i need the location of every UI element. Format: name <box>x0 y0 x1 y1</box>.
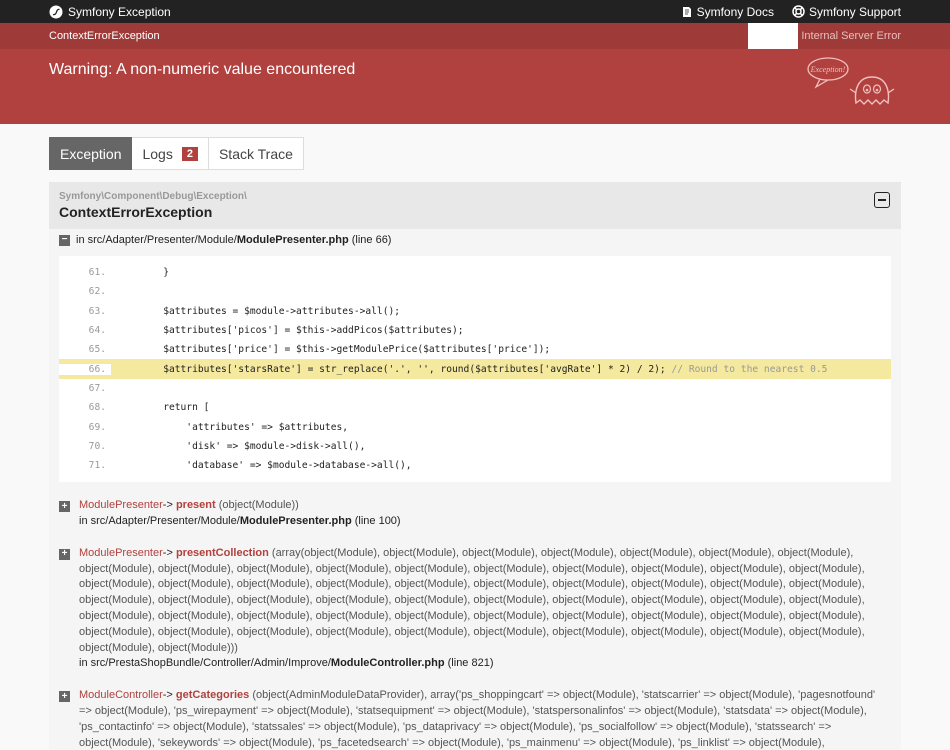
trace-file-path: in src/PrestaShopBundle/Controller/Admin… <box>79 657 494 669</box>
expand-icon[interactable]: + <box>59 501 70 513</box>
support-label: Symfony Support <box>808 4 901 19</box>
tab-stack-trace-label: Stack Trace <box>218 145 293 162</box>
line-number: 65. <box>88 344 106 356</box>
trace-class: ModulePresenter <box>79 499 163 512</box>
line-number: 61. <box>88 267 106 279</box>
trace-file-path: in src/Adapter/Presenter/Module/ModulePr… <box>76 234 391 246</box>
trace-function: presentCollection <box>175 546 269 559</box>
code-line: 67. <box>59 379 891 398</box>
code-line: 69. 'attributes' => $attributes, <box>59 417 891 436</box>
trace-arrow: -> <box>162 689 173 702</box>
code-line: 65. $attributes['price'] = $this->getMod… <box>59 340 891 359</box>
line-source: } <box>117 267 169 279</box>
line-source: return [ <box>117 402 210 414</box>
line-number: 66. <box>59 363 111 375</box>
trace-function: present <box>175 499 216 512</box>
code-line: 66. $attributes['starsRate'] = str_repla… <box>59 359 891 379</box>
symfony-brand[interactable]: Symfony Exception <box>49 5 171 19</box>
tab-logs[interactable]: Logs 2 <box>132 137 209 170</box>
status-text: Internal Server Error <box>801 30 901 42</box>
tab-stack-trace[interactable]: Stack Trace <box>208 137 304 170</box>
trace-arrow: -> <box>162 499 173 512</box>
code-line: 71. 'database' => $module->database->all… <box>59 456 891 475</box>
file-path-prefix: in src/Adapter/Presenter/Module/ <box>76 234 237 246</box>
symfony-logo-icon <box>49 5 63 19</box>
line-source: $attributes['starsRate'] = str_replace('… <box>117 363 672 375</box>
docs-label: Symfony Docs <box>696 4 774 19</box>
tab-exception-label: Exception <box>60 145 122 162</box>
book-icon <box>681 6 693 18</box>
line-source: 'attributes' => $attributes, <box>117 421 349 433</box>
symfony-docs-link[interactable]: Symfony Docs <box>681 5 774 19</box>
line-number: 68. <box>88 402 106 414</box>
logs-count-badge: 2 <box>181 146 198 161</box>
trace-item: + ModulePresenter-> presentCollection (ar… <box>59 538 891 680</box>
code-line: 70. 'disk' => $module->disk->all(), <box>59 437 891 456</box>
code-excerpt: 61. } 62. 63. $attributes = $module->attri… <box>59 256 891 483</box>
exception-panel: Symfony\Component\Debug\Exception\ Conte… <box>49 182 901 750</box>
ghost-speech-text: Exception! <box>810 65 846 74</box>
code-line: 68. return [ <box>59 398 891 417</box>
expand-icon[interactable]: + <box>59 548 70 560</box>
file-path-prefix: in src/PrestaShopBundle/Controller/Admin… <box>79 657 331 670</box>
code-line: 63. $attributes = $module->attributes->a… <box>59 302 891 321</box>
stack-trace-list: + ModulePresenter-> present (object(Modul… <box>49 490 901 750</box>
exception-summary-strip: ContextErrorException HTTP 500 Internal … <box>0 23 950 49</box>
file-line: (line 821) <box>447 657 494 670</box>
http-status: HTTP 500 Internal Server Error <box>748 23 901 49</box>
file-line: (line 66) <box>351 234 392 246</box>
tab-logs-label: Logs <box>142 145 173 162</box>
trace-args: (object(Module)) <box>215 499 299 512</box>
line-comment: // Round to the nearest 0.5 <box>671 363 828 375</box>
trace-file-path: in src/Adapter/Presenter/Module/ModulePr… <box>79 515 401 527</box>
exception-header: ContextErrorException HTTP 500 Internal … <box>0 23 950 124</box>
code-line: 62. <box>59 282 891 301</box>
exception-title: Symfony\Component\Debug\Exception\ Conte… <box>49 182 901 229</box>
exception-class-label: ContextErrorException <box>49 30 160 42</box>
exception-namespace: Symfony\Component\Debug\Exception\ <box>59 191 247 202</box>
trace-arrow: -> <box>162 546 173 559</box>
code-line: 64. $attributes['picos'] = $this->addPic… <box>59 321 891 340</box>
lifebuoy-icon <box>792 5 805 18</box>
trace-function: getCategories <box>175 689 250 702</box>
line-source: $attributes['price'] = $this->getModuleP… <box>117 344 551 356</box>
tab-exception[interactable]: Exception <box>49 137 133 170</box>
line-number: 67. <box>88 382 106 394</box>
trace-class: ModuleController <box>79 689 163 702</box>
file-name: ModulePresenter.php <box>236 234 349 246</box>
symfony-support-link[interactable]: Symfony Support <box>792 5 901 19</box>
trace-args: (array(object(Module), object(Module), o… <box>79 546 865 654</box>
collapse-trace-icon[interactable] <box>874 192 890 208</box>
line-number: 64. <box>88 325 106 337</box>
line-number: 62. <box>88 286 106 298</box>
top-navbar: Symfony Exception Symfony Docs Symfony S… <box>0 0 950 23</box>
brand-label: Symfony Exception <box>68 4 171 19</box>
file-line: (line 100) <box>354 515 401 528</box>
trace-class: ModulePresenter <box>79 546 163 559</box>
collapse-icon[interactable]: − <box>59 234 70 246</box>
status-code: HTTP 500 <box>748 23 799 49</box>
main-trace: − in src/Adapter/Presenter/Module/Module… <box>49 229 901 491</box>
code-line: 61. } <box>59 263 891 282</box>
trace-item: + ModuleController-> getCategories (objec… <box>59 680 891 750</box>
line-source: 'disk' => $module->disk->all(), <box>117 440 366 452</box>
trace-item: + ModulePresenter-> present (object(Modul… <box>59 490 891 538</box>
line-number: 71. <box>88 460 106 472</box>
line-source: $attributes['picos'] = $this->addPicos($… <box>117 325 464 337</box>
file-path-prefix: in src/Adapter/Presenter/Module/ <box>79 515 240 528</box>
line-number: 70. <box>88 440 106 452</box>
line-source: $attributes = $module->attributes->all()… <box>117 305 401 317</box>
line-number: 69. <box>88 421 106 433</box>
line-number: 63. <box>88 305 106 317</box>
file-name: ModuleController.php <box>330 657 445 670</box>
file-name: ModulePresenter.php <box>239 515 352 528</box>
trace-file-location: − in src/Adapter/Presenter/Module/Module… <box>59 234 891 246</box>
expand-icon[interactable]: + <box>59 691 70 703</box>
ghost-illustration: Exception! <box>806 55 898 110</box>
exception-class-name: ContextErrorException <box>59 204 213 220</box>
line-source: 'database' => $module->database->all(), <box>117 460 412 472</box>
tab-bar: Exception Logs 2 Stack Trace <box>49 137 901 170</box>
